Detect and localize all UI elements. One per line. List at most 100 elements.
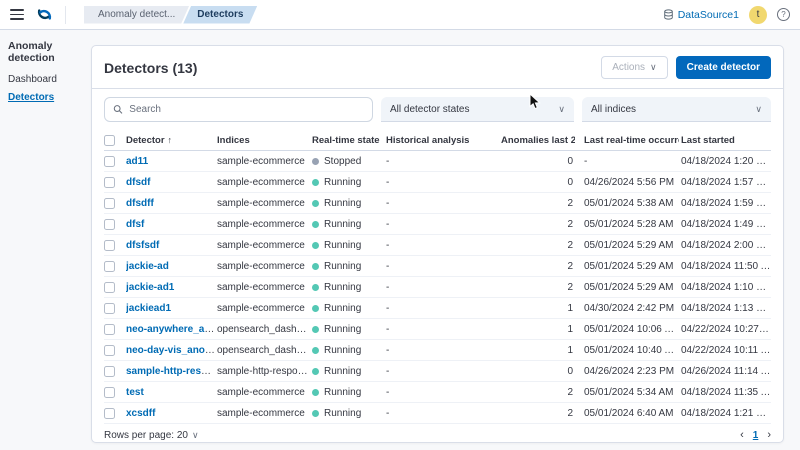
create-detector-button[interactable]: Create detector (675, 56, 771, 79)
cell-occurrence: 05/01/2024 5:34 AM (584, 386, 674, 398)
search-field[interactable] (104, 97, 373, 122)
row-checkbox[interactable] (104, 407, 115, 419)
row-checkbox[interactable] (104, 155, 115, 167)
header-last-started[interactable]: Last started (679, 135, 771, 146)
row-checkbox[interactable] (104, 218, 115, 230)
detector-states-select[interactable]: All detector states ∨ (381, 97, 574, 122)
sidebar-nav: Anomaly detection Dashboard Detectors (8, 40, 93, 110)
row-checkbox[interactable] (104, 239, 115, 251)
sidebar-item-detectors[interactable]: Detectors (8, 92, 93, 103)
detector-link[interactable]: xcsdff (126, 408, 155, 419)
menu-icon[interactable] (10, 9, 24, 20)
cell-started: 04/26/2024 11:14 AM (681, 365, 771, 377)
state-dot-icon (312, 262, 319, 270)
chevron-down-icon: ∨ (558, 103, 565, 114)
state-label: Running (324, 281, 362, 293)
detector-link[interactable]: neo-day-vis_anomaly_... (126, 345, 217, 356)
row-checkbox[interactable] (104, 386, 115, 398)
detector-link[interactable]: jackiead1 (126, 303, 171, 314)
opensearch-logo-icon[interactable] (32, 6, 57, 23)
datasource-selector[interactable]: DataSource1 (663, 9, 739, 21)
row-checkbox[interactable] (104, 365, 115, 377)
detector-states-value: All detector states (390, 103, 470, 115)
row-checkbox[interactable] (104, 176, 115, 188)
detector-link[interactable]: neo-anywhere_anomal... (126, 324, 217, 335)
sort-ascending-icon: ↑ (167, 134, 173, 145)
rows-per-page-selector[interactable]: Rows per page: 20 ∨ (104, 430, 199, 441)
actions-button[interactable]: Actions ∨ (601, 56, 668, 79)
cell-anomalies: 2 (567, 386, 573, 398)
avatar[interactable]: t (749, 5, 767, 24)
header-indices[interactable]: Indices (217, 135, 312, 146)
top-navigation-bar: Anomaly detect... Detectors DataSource1 … (0, 0, 800, 30)
row-checkbox[interactable] (104, 260, 115, 272)
detector-link[interactable]: ad11 (126, 156, 148, 167)
table-row: neo-day-vis_anomaly_... opensearch_dashb… (104, 340, 771, 361)
cell-occurrence: 05/01/2024 5:29 AM (584, 281, 674, 293)
indices-select[interactable]: All indices ∨ (582, 97, 771, 122)
detector-link[interactable]: jackie-ad (126, 261, 169, 272)
row-checkbox[interactable] (104, 197, 115, 209)
cell-historical: - (386, 365, 390, 377)
cell-occurrence: 05/01/2024 10:40 AM (584, 344, 679, 356)
header-realtime-state[interactable]: Real-time state (312, 135, 386, 146)
cell-historical: - (386, 386, 390, 398)
state-dot-icon (312, 178, 319, 186)
row-checkbox[interactable] (104, 323, 115, 335)
cell-historical: - (386, 323, 390, 335)
table-row: dfsdff sample-ecommerce Running - 2 05/0… (104, 193, 771, 214)
cell-indices: opensearch_dashboard... (217, 323, 312, 335)
detector-link[interactable]: sample-http-response... (126, 366, 217, 377)
state-dot-icon (312, 283, 319, 291)
cell-indices: sample-ecommerce (217, 281, 305, 293)
table-row: sample-http-response... sample-http-resp… (104, 361, 771, 382)
cell-historical: - (386, 260, 390, 272)
state-dot-icon (312, 409, 319, 417)
rows-per-page-label: Rows per page: 20 (104, 429, 188, 441)
header-last-occurrence[interactable]: Last real-time occurrence (575, 135, 679, 146)
row-checkbox[interactable] (104, 302, 115, 314)
header-anomalies-24h[interactable]: Anomalies last 24 hours (501, 135, 575, 146)
table-header-row: Detector ↑ Indices Real-time state Histor… (104, 130, 771, 151)
cell-anomalies: 0 (567, 155, 573, 167)
pagination: ‹ 1 › (740, 429, 771, 441)
row-checkbox[interactable] (104, 281, 115, 293)
state-label: Stopped (324, 155, 362, 167)
cell-occurrence: 05/01/2024 10:06 AM (584, 323, 679, 335)
state-label: Running (324, 407, 362, 419)
cell-historical: - (386, 218, 390, 230)
search-input[interactable] (129, 104, 364, 115)
cell-anomalies: 2 (567, 260, 573, 272)
header-historical-analysis[interactable]: Historical analysis (386, 135, 501, 146)
page-title: Detectors (13) (104, 59, 198, 76)
detector-link[interactable]: dfsdf (126, 177, 150, 188)
breadcrumb-detectors[interactable]: Detectors (183, 6, 257, 24)
cell-anomalies: 2 (567, 218, 573, 230)
previous-page-icon[interactable]: ‹ (740, 429, 744, 441)
detector-link[interactable]: test (126, 387, 144, 398)
cell-started: 04/18/2024 1:10 PM (681, 281, 771, 293)
cell-started: 04/18/2024 1:21 PM (681, 407, 771, 419)
breadcrumb-anomaly-detection[interactable]: Anomaly detect... (84, 6, 189, 24)
cell-anomalies: 0 (567, 176, 573, 188)
header-detector[interactable]: Detector ↑ (126, 135, 217, 146)
cell-anomalies: 2 (567, 239, 573, 251)
help-icon[interactable]: ? (777, 8, 790, 21)
detector-link[interactable]: dfsdff (126, 198, 154, 209)
table-row: jackie-ad1 sample-ecommerce Running - 2 … (104, 277, 771, 298)
detector-link[interactable]: dfsf (126, 219, 144, 230)
breadcrumb: Anomaly detect... Detectors (84, 6, 251, 24)
sidebar-item-dashboard[interactable]: Dashboard (8, 74, 93, 85)
page-number[interactable]: 1 (753, 430, 759, 441)
divider (65, 5, 66, 24)
next-page-icon[interactable]: › (767, 429, 771, 441)
cell-occurrence: - (584, 155, 588, 167)
state-label: Running (324, 365, 362, 377)
cell-occurrence: 05/01/2024 5:38 AM (584, 197, 674, 209)
detector-link[interactable]: jackie-ad1 (126, 282, 174, 293)
cell-indices: sample-ecommerce (217, 155, 305, 167)
cell-started: 04/18/2024 11:50 AM (681, 260, 771, 272)
detector-link[interactable]: dfsfsdf (126, 240, 159, 251)
row-checkbox[interactable] (104, 344, 115, 356)
select-all-checkbox[interactable] (104, 134, 115, 146)
